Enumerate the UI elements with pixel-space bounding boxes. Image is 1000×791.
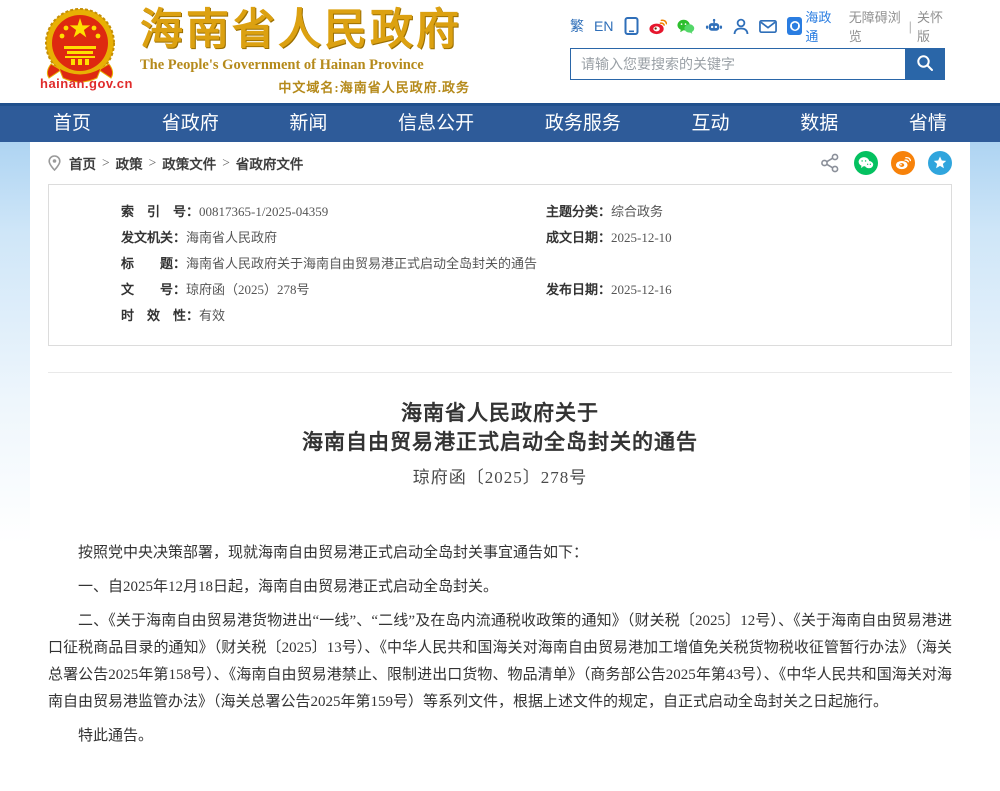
crumb-home[interactable]: 首页	[69, 153, 96, 173]
search-button[interactable]	[905, 48, 945, 80]
mobile-icon[interactable]	[623, 17, 639, 35]
content-background: 首页 > 政策 > 政策文件 > 省政府文件	[0, 142, 1000, 791]
english-link[interactable]: EN	[594, 18, 613, 34]
meta-index-no: 索 引 号：00817365-1/2025-04359	[49, 199, 546, 225]
paragraph: 一、自2025年12月18日起，海南自由贸易港正式启动全岛封关。	[48, 574, 952, 601]
user-icon[interactable]	[733, 17, 749, 35]
nav-item-info-disclosure[interactable]: 信息公开	[390, 106, 482, 142]
weibo-icon[interactable]	[649, 17, 667, 35]
crumb-policy-docs[interactable]: 政策文件	[162, 153, 216, 173]
main-nav: 首页 省政府 新闻 信息公开 政务服务 互动 数据 省情	[0, 103, 1000, 142]
paragraph: 特此通告。	[48, 723, 952, 750]
meta-agency: 发文机关：海南省人民政府	[49, 225, 546, 251]
location-pin-icon	[48, 155, 61, 171]
share-weibo-icon[interactable]	[891, 151, 915, 175]
crumb-policy[interactable]: 政策	[116, 153, 143, 173]
wechat-icon[interactable]	[677, 17, 695, 35]
care-version-link[interactable]: 关怀版	[917, 7, 950, 45]
breadcrumb-row: 首页 > 政策 > 政策文件 > 省政府文件	[48, 142, 952, 184]
nav-item-interaction[interactable]: 互动	[684, 106, 738, 142]
meta-title: 标 题：海南省人民政府关于海南自由贸易港正式启动全岛封关的通告	[49, 251, 546, 277]
nav-item-home[interactable]: 首页	[45, 106, 99, 142]
mail-icon[interactable]	[759, 17, 777, 35]
meta-validity: 时 效 性：有效	[49, 303, 546, 329]
share-icon[interactable]	[819, 152, 841, 174]
search-input[interactable]	[570, 48, 905, 80]
meta-publish-date: 发布日期：2025-12-16	[546, 277, 951, 303]
document-title-line2: 海南自由贸易港正式启动全岛封关的通告	[48, 428, 952, 457]
share-wechat-icon[interactable]	[854, 151, 878, 175]
nav-item-govt-services[interactable]: 政务服务	[537, 106, 629, 142]
national-emblem-icon	[40, 6, 120, 86]
accessibility-link[interactable]: 无障碍浏览	[849, 7, 904, 45]
haizhengtong-icon	[787, 17, 802, 35]
robot-icon[interactable]	[705, 17, 723, 35]
nav-item-provincial-govt[interactable]: 省政府	[154, 106, 227, 142]
header-right: 繁 EN	[570, 14, 950, 80]
paragraph: 按照党中央决策部署，现就海南自由贸易港正式启动全岛封关事宜通告如下：	[48, 540, 952, 567]
toolbar-divider: |	[909, 19, 912, 34]
paragraph: 二、《关于海南自由贸易港货物进出“一线”、“二线”及在岛内流通税收政策的通知》（…	[48, 608, 952, 716]
crumb-separator: >	[149, 155, 157, 171]
nav-item-news[interactable]: 新闻	[281, 106, 335, 142]
nav-item-data[interactable]: 数据	[792, 106, 846, 142]
content-divider	[48, 372, 952, 373]
meta-topic: 主题分类：综合政务	[546, 199, 951, 225]
nav-item-province-profile[interactable]: 省情	[901, 106, 955, 142]
share-qzone-icon[interactable]	[928, 151, 952, 175]
document-meta-table: 索 引 号：00817365-1/2025-04359 主题分类：综合政务 发文…	[48, 184, 952, 346]
page: hainan.gov.cn 海南省人民政府 The People's Gover…	[0, 0, 1000, 791]
meta-empty-cell	[546, 251, 951, 277]
traditional-chinese-link[interactable]: 繁	[570, 16, 584, 36]
site-header: hainan.gov.cn 海南省人民政府 The People's Gover…	[0, 0, 1000, 103]
document-title-line1: 海南省人民政府关于	[48, 399, 952, 428]
share-toolbar	[819, 151, 952, 175]
haizhengtong-link[interactable]: 海政通	[787, 7, 839, 45]
accessibility-links: 无障碍浏览 | 关怀版	[849, 7, 950, 45]
crumb-separator: >	[102, 155, 110, 171]
site-domain-note: 中文域名:海南省人民政府.政务	[140, 77, 470, 96]
search-bar	[570, 48, 945, 80]
header-toolbar: 繁 EN	[570, 14, 950, 38]
crumb-separator: >	[222, 155, 230, 171]
content-panel: 首页 > 政策 > 政策文件 > 省政府文件	[30, 142, 970, 791]
site-title: 海南省人民政府	[140, 8, 470, 54]
site-title-group: 海南省人民政府 The People's Government of Haina…	[140, 8, 470, 96]
gov-domain-text: hainan.gov.cn	[40, 76, 120, 91]
meta-written-date: 成文日期：2025-12-10	[546, 225, 951, 251]
meta-doc-number: 文 号：琼府函（2025）278号	[49, 277, 546, 303]
document-number: 琼府函〔2025〕278号	[48, 463, 952, 488]
site-logo[interactable]: hainan.gov.cn	[40, 6, 120, 91]
site-subtitle-en: The People's Government of Hainan Provin…	[140, 57, 470, 74]
crumb-provincial-docs[interactable]: 省政府文件	[236, 153, 304, 173]
document-body: 按照党中央决策部署，现就海南自由贸易港正式启动全岛封关事宜通告如下： 一、自20…	[48, 540, 952, 750]
search-icon	[916, 54, 934, 75]
document-title-block: 海南省人民政府关于 海南自由贸易港正式启动全岛封关的通告 琼府函〔2025〕27…	[48, 399, 952, 488]
breadcrumb: 首页 > 政策 > 政策文件 > 省政府文件	[69, 153, 303, 173]
meta-empty-cell	[546, 303, 951, 329]
